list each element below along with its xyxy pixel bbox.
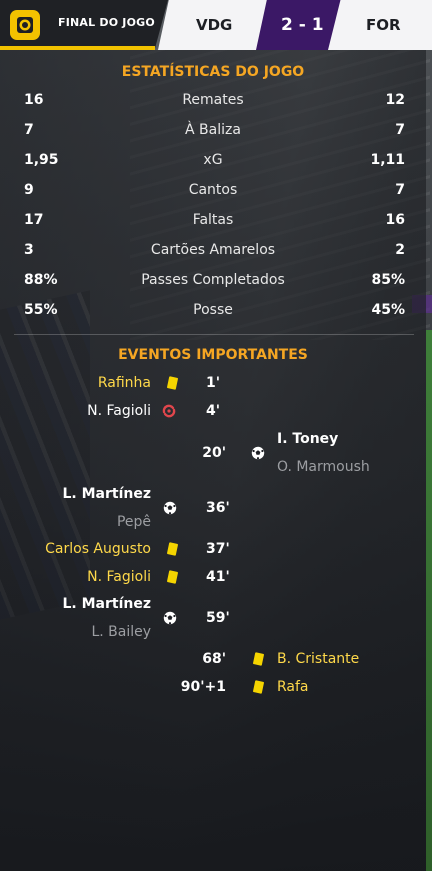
stat-away-value: 1,11 xyxy=(370,152,405,168)
event-minute: 90'+1 xyxy=(180,679,226,695)
stat-label: Remates xyxy=(182,92,244,108)
match-status-label: FINAL DO JOGO xyxy=(58,16,155,29)
competition-logo-icon xyxy=(10,10,40,40)
away-team-name[interactable]: FOR xyxy=(366,16,401,34)
event-minute: 20' xyxy=(202,445,226,461)
stat-row: 16 Remates 12 xyxy=(0,92,426,112)
stat-row: 3 Cartões Amarelos 2 xyxy=(0,242,426,262)
stat-away-value: 2 xyxy=(395,242,405,258)
event-minute: 36' xyxy=(206,500,230,516)
event-player-name[interactable]: L. Martínez xyxy=(63,486,152,502)
event-minute: 37' xyxy=(206,541,230,557)
event-player-name[interactable]: B. Cristante xyxy=(277,651,359,667)
events-section-title: EVENTOS IMPORTANTES xyxy=(118,347,308,363)
event-player-name[interactable]: I. Toney xyxy=(277,431,338,447)
stat-row: 88% Passes Completados 85% xyxy=(0,272,426,292)
stat-away-value: 16 xyxy=(385,212,405,228)
event-player-name[interactable]: Rafa xyxy=(277,679,309,695)
stat-label: Cantos xyxy=(188,182,238,198)
stat-row: 7 À Baliza 7 xyxy=(0,122,426,142)
stats-section-title: ESTATÍSTICAS DO JOGO xyxy=(121,64,305,80)
event-assist-name[interactable]: Pepê xyxy=(117,514,151,530)
event-assist-name[interactable]: O. Marmoush xyxy=(277,459,370,475)
stat-row: 9 Cantos 7 xyxy=(0,182,426,202)
football-goal-icon xyxy=(163,611,177,625)
event-minute: 41' xyxy=(206,569,230,585)
injury-icon xyxy=(162,404,176,418)
stat-away-value: 7 xyxy=(395,122,405,138)
stat-away-value: 85% xyxy=(371,272,405,288)
event-player-name[interactable]: Rafinha xyxy=(98,375,151,391)
stat-label: À Baliza xyxy=(185,122,241,138)
stat-row: 17 Faltas 16 xyxy=(0,212,426,232)
section-divider xyxy=(14,334,414,335)
event-assist-name[interactable]: L. Bailey xyxy=(91,624,151,640)
stat-label: Cartões Amarelos xyxy=(150,242,276,258)
stat-row: 1,95 xG 1,11 xyxy=(0,152,426,172)
pitch-edge xyxy=(426,330,432,871)
event-minute: 4' xyxy=(206,403,221,419)
event-player-name[interactable]: N. Fagioli xyxy=(87,403,151,419)
event-minute: 59' xyxy=(206,610,230,626)
stat-away-value: 45% xyxy=(371,302,405,318)
stat-row: 55% Posse 45% xyxy=(0,302,426,322)
stat-away-value: 12 xyxy=(385,92,405,108)
stat-away-value: 7 xyxy=(395,182,405,198)
stat-label: Faltas xyxy=(192,212,234,228)
stat-label: xG xyxy=(203,152,223,168)
event-minute: 1' xyxy=(206,375,221,391)
match-score: 2 - 1 xyxy=(281,15,324,35)
stat-label: Passes Completados xyxy=(141,272,285,288)
event-player-name[interactable]: N. Fagioli xyxy=(87,569,151,585)
home-team-name[interactable]: VDG xyxy=(196,16,232,34)
scoreboard-header: FINAL DO JOGO VDG 2 - 1 FOR xyxy=(0,0,432,50)
competition-accent-bar xyxy=(0,46,155,50)
event-player-name[interactable]: L. Martínez xyxy=(63,596,152,612)
football-goal-icon xyxy=(251,446,265,460)
stat-label: Posse xyxy=(193,302,233,318)
event-minute: 68' xyxy=(202,651,226,667)
event-player-name[interactable]: Carlos Augusto xyxy=(45,541,151,557)
football-goal-icon xyxy=(163,501,177,515)
